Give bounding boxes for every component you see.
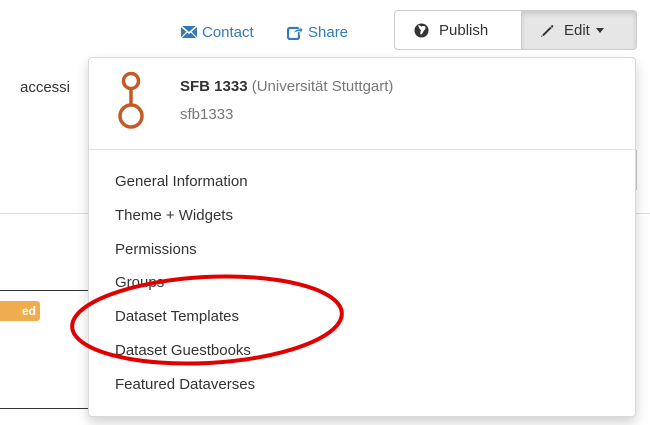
globe-icon <box>414 22 429 38</box>
menu-item-theme-widgets[interactable]: Theme + Widgets <box>89 203 635 237</box>
dataverse-header: SFB 1333 (Universität Stuttgart) sfb1333 <box>89 58 635 150</box>
menu-item-general-information[interactable]: General Information <box>89 169 635 203</box>
status-badge: ed <box>0 301 40 321</box>
edit-label: Edit <box>564 21 590 39</box>
share-icon <box>287 24 303 40</box>
dataverse-name: SFB 1333 <box>180 78 248 95</box>
edit-dropdown-menu: SFB 1333 (Universität Stuttgart) sfb1333… <box>88 57 636 417</box>
publish-label: Publish <box>439 21 489 39</box>
background-rule-bottom <box>0 408 90 409</box>
dataverse-alias: sfb1333 <box>180 106 234 123</box>
contact-label: Contact <box>202 23 254 41</box>
menu-item-featured-dataverses[interactable]: Featured Dataverses <box>89 372 635 406</box>
caret-down-icon <box>595 27 604 33</box>
publish-button[interactable]: Publish <box>394 10 522 50</box>
dataverse-affiliation: (Universität Stuttgart) <box>251 78 394 95</box>
pencil-icon <box>539 23 554 38</box>
menu-item-groups[interactable]: Groups <box>89 270 635 304</box>
contact-link[interactable]: Contact <box>181 21 254 43</box>
edit-dropdown-button[interactable]: Edit <box>521 10 637 50</box>
dataverse-logo-icon <box>115 71 149 136</box>
background-input-edge <box>636 150 637 190</box>
share-link[interactable]: Share <box>287 21 348 43</box>
background-rule-top <box>0 290 90 291</box>
menu-item-permissions[interactable]: Permissions <box>89 237 635 271</box>
envelope-icon <box>181 26 197 38</box>
background-text-fragment: accessi <box>20 79 71 96</box>
dataverse-title: SFB 1333 (Universität Stuttgart) <box>180 78 393 95</box>
menu-item-dataset-guestbooks[interactable]: Dataset Guestbooks <box>89 338 635 372</box>
menu-divider <box>89 149 635 150</box>
edit-menu-list: General Information Theme + Widgets Perm… <box>89 169 635 406</box>
share-label: Share <box>308 23 349 41</box>
menu-item-dataset-templates[interactable]: Dataset Templates <box>89 304 635 338</box>
